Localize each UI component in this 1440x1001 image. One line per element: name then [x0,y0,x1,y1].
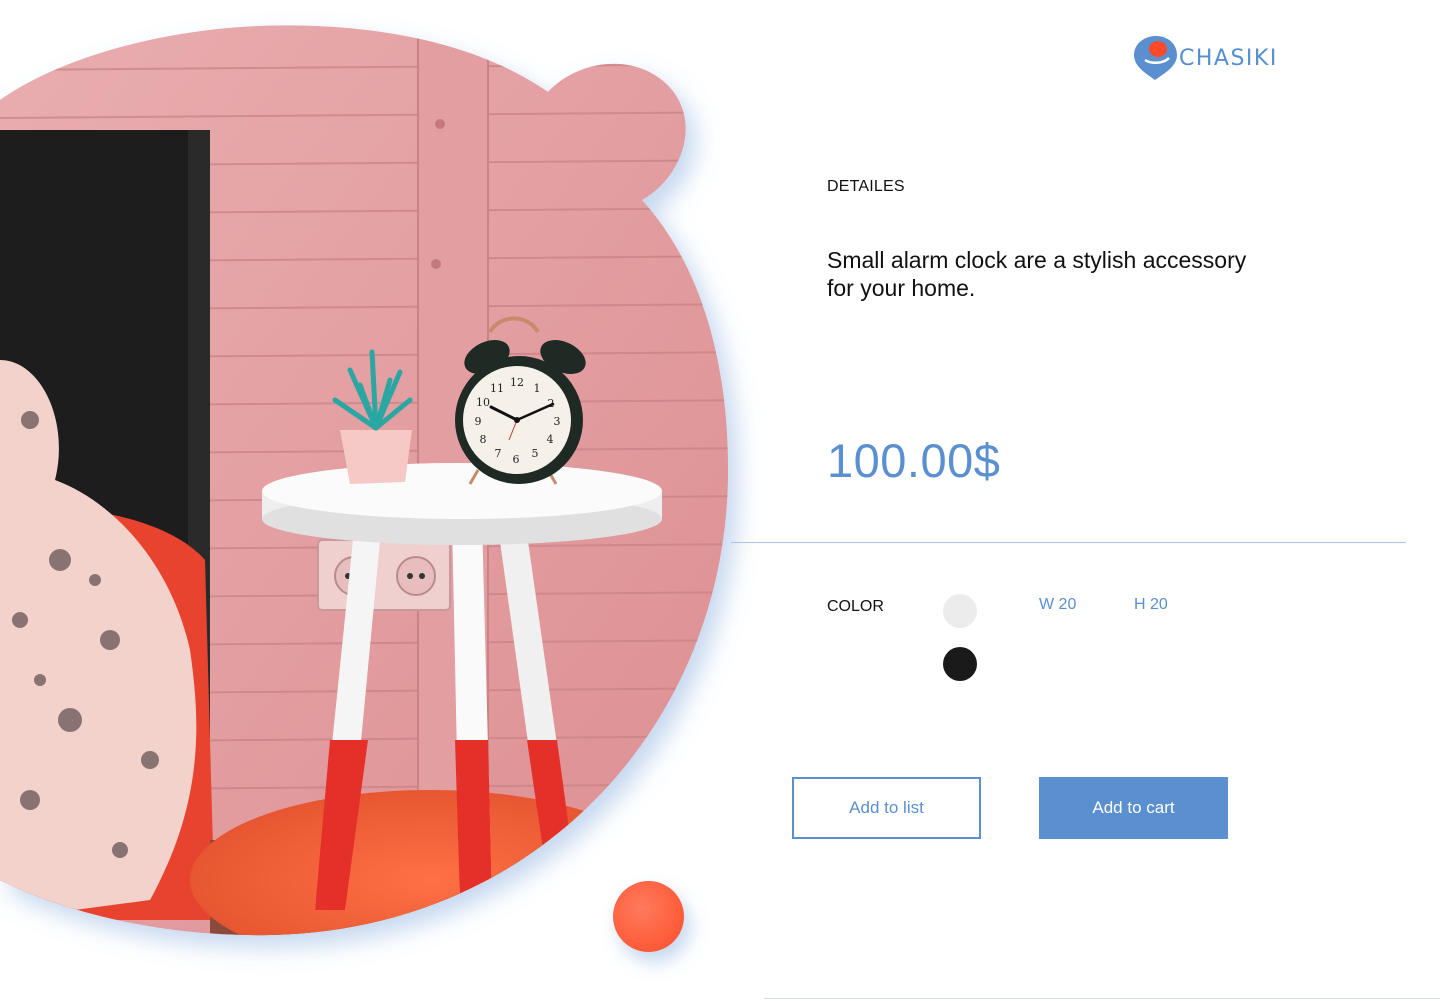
divider [731,542,1406,543]
dimension-width[interactable]: W 20 [1039,596,1076,614]
add-to-cart-button[interactable]: Add to cart [1039,777,1228,839]
svg-text:5: 5 [532,447,539,460]
brand-logo[interactable]: CHASIKI [1133,34,1278,82]
svg-text:8: 8 [480,433,487,446]
decorative-dot [613,881,684,952]
product-photo: 12 1 2 3 4 5 6 7 8 9 10 11 [0,0,760,1001]
product-description: Small alarm clock are a stylish accessor… [827,247,1247,301]
color-swatch-black[interactable] [943,647,977,681]
add-to-list-button[interactable]: Add to list [792,777,981,839]
brand-name: CHASIKI [1179,45,1278,71]
color-label: COLOR [827,598,884,615]
svg-text:7: 7 [495,447,502,460]
svg-text:1: 1 [534,382,541,395]
svg-text:10: 10 [476,396,490,409]
svg-text:9: 9 [475,415,482,428]
product-page: 12 1 2 3 4 5 6 7 8 9 10 11 CHASIKI DETAI… [0,0,1440,1001]
section-label: DETAILES [827,178,905,195]
dimension-height[interactable]: H 20 [1134,596,1168,614]
product-price: 100.00$ [827,434,1001,487]
svg-text:12: 12 [510,376,524,389]
svg-text:3: 3 [554,415,561,428]
product-photo-illustration: 12 1 2 3 4 5 6 7 8 9 10 11 [0,25,728,936]
color-swatch-light-gray[interactable] [943,594,977,628]
svg-text:6: 6 [513,453,520,466]
svg-text:4: 4 [547,433,554,446]
svg-text:11: 11 [490,382,504,395]
pin-drop-icon [1134,36,1177,80]
bottom-divider [764,998,1440,999]
